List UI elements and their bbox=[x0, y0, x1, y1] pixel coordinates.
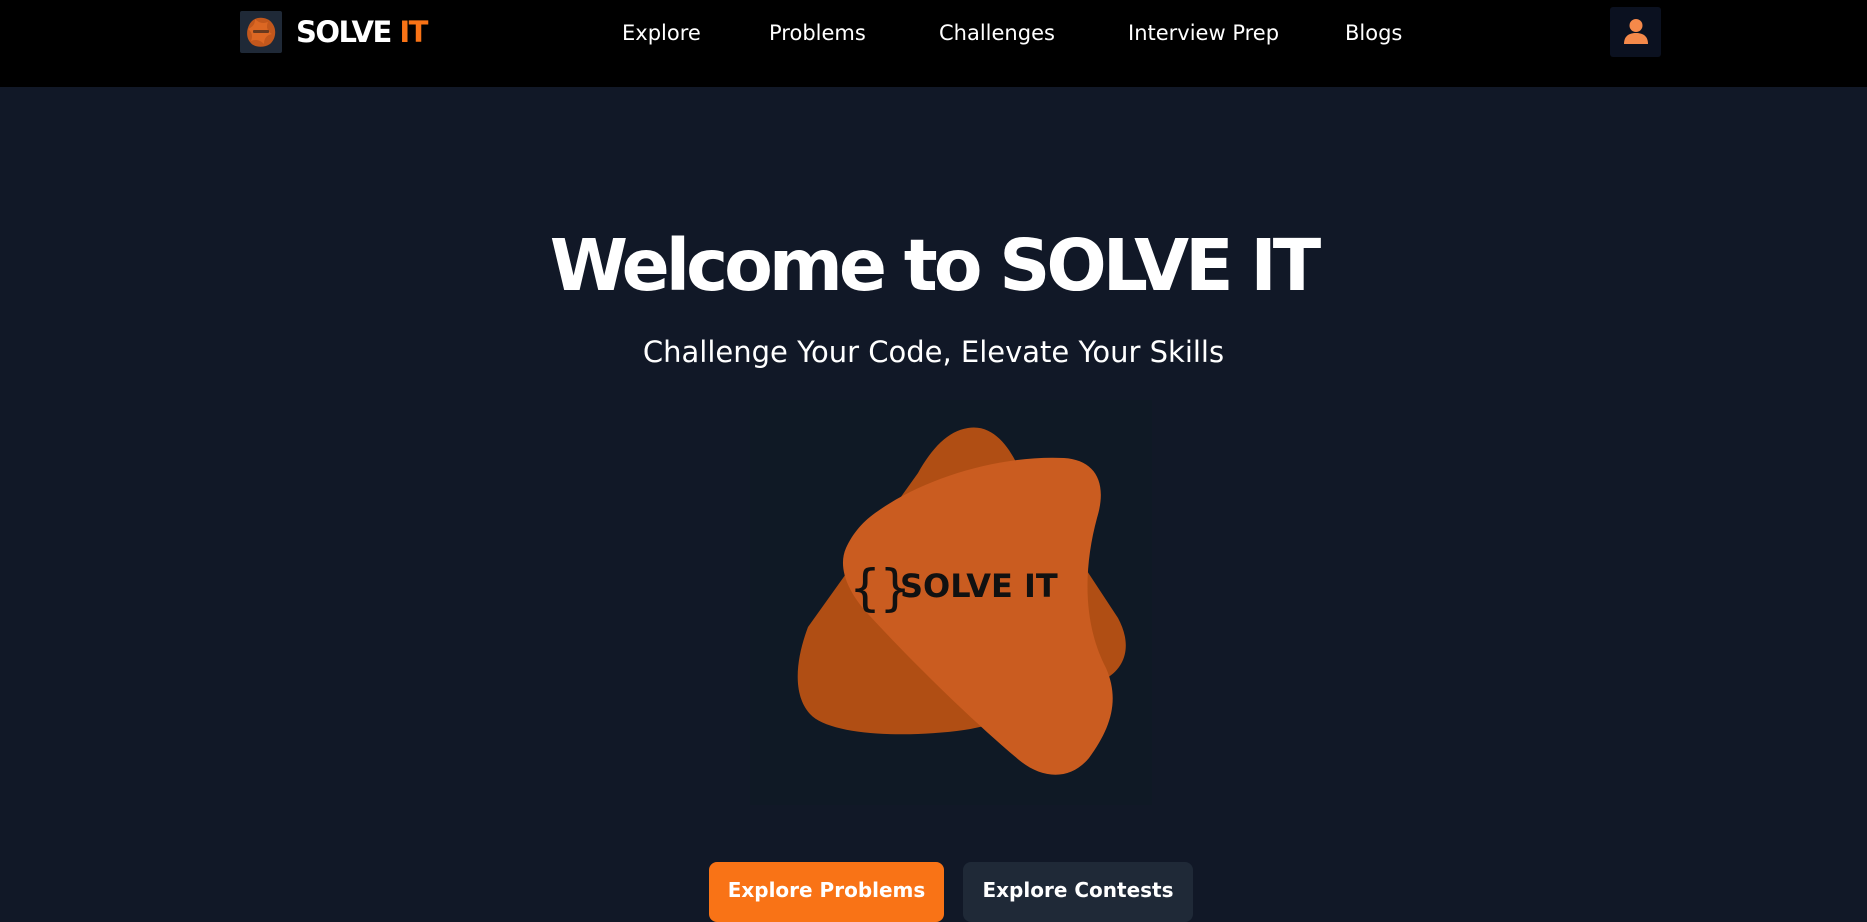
top-navbar: SOLVE IT Explore Problems Challenges Int… bbox=[0, 0, 1867, 87]
brand-name-main: SOLVE bbox=[296, 15, 400, 49]
nav-item-interview-prep[interactable]: Interview Prep bbox=[1128, 20, 1279, 46]
profile-button[interactable] bbox=[1610, 7, 1661, 57]
hero-logo-text: SOLVE IT bbox=[900, 567, 1058, 605]
user-icon bbox=[1621, 16, 1651, 49]
explore-problems-button[interactable]: Explore Problems bbox=[709, 862, 944, 922]
hero-subtitle: Challenge Your Code, Elevate Your Skills bbox=[642, 335, 1225, 369]
hero-logo-illustration: {} SOLVE IT bbox=[750, 400, 1152, 805]
nav-item-problems[interactable]: Problems bbox=[769, 20, 866, 46]
nav-item-challenges[interactable]: Challenges bbox=[939, 20, 1055, 46]
hero-title: Welcome to SOLVE IT bbox=[549, 224, 1321, 307]
brand-home-link[interactable]: SOLVE IT bbox=[240, 10, 428, 54]
solve-it-logo-icon bbox=[240, 11, 282, 53]
brand-name: SOLVE IT bbox=[296, 15, 428, 49]
explore-contests-button[interactable]: Explore Contests bbox=[963, 862, 1193, 922]
nav-item-blogs[interactable]: Blogs bbox=[1345, 20, 1402, 46]
nav-item-explore[interactable]: Explore bbox=[622, 20, 701, 46]
brand-name-accent: IT bbox=[399, 15, 428, 49]
